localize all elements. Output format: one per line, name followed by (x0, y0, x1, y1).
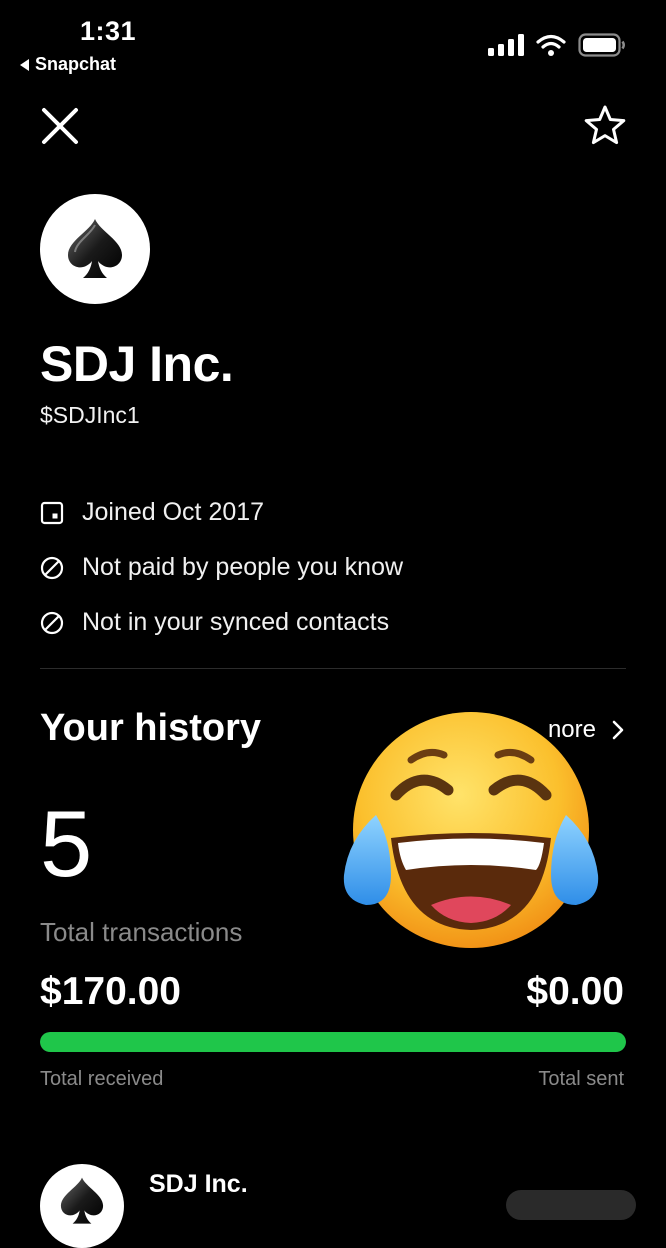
profile-cashtag: $SDJInc1 (40, 402, 140, 428)
profile-avatar (40, 194, 150, 304)
list-item-action-button[interactable] (506, 1190, 636, 1220)
profile-name: SDJ Inc. (40, 336, 234, 392)
back-to-app-link[interactable]: Snapchat (20, 54, 116, 75)
received-bar-fill (40, 1032, 626, 1052)
divider (40, 668, 626, 669)
list-item-name[interactable]: SDJ Inc. (149, 1170, 248, 1199)
status-time: 1:31 (80, 16, 137, 46)
transaction-count: 5 (40, 791, 93, 896)
info-synced-contacts: Not in your synced contacts (40, 608, 389, 637)
cellular-signal-icon (488, 34, 524, 56)
wifi-icon (536, 34, 566, 56)
chevron-right-icon (612, 720, 624, 740)
favorite-star-icon[interactable] (584, 104, 626, 146)
info-joined-text: Joined Oct 2017 (82, 498, 265, 526)
status-icons (488, 33, 626, 57)
prohibited-icon (40, 556, 64, 579)
face-with-tears-of-joy-icon (343, 712, 599, 948)
total-received-label: Total received (40, 1068, 164, 1090)
calendar-square-icon (40, 501, 64, 524)
close-icon[interactable] (40, 106, 80, 146)
back-arrow-icon (20, 58, 29, 71)
info-joined: Joined Oct 2017 (40, 498, 264, 527)
prohibited-icon (40, 611, 64, 634)
list-item-avatar (40, 1164, 124, 1248)
info-paid-text: Not paid by people you know (82, 553, 404, 581)
total-sent-label: Total sent (538, 1068, 624, 1090)
total-sent-amount: $0.00 (526, 970, 624, 1013)
total-received-amount: $170.00 (40, 970, 181, 1013)
spade-icon (60, 1177, 104, 1224)
battery-icon (578, 33, 625, 57)
info-paid-by-known: Not paid by people you know (40, 553, 403, 582)
back-app-label: Snapchat (35, 54, 117, 74)
history-title: Your history (40, 707, 261, 749)
received-sent-bar (40, 1032, 626, 1052)
info-contacts-text: Not in your synced contacts (82, 608, 390, 636)
spade-icon (68, 219, 122, 278)
transaction-count-label: Total transactions (40, 917, 243, 947)
